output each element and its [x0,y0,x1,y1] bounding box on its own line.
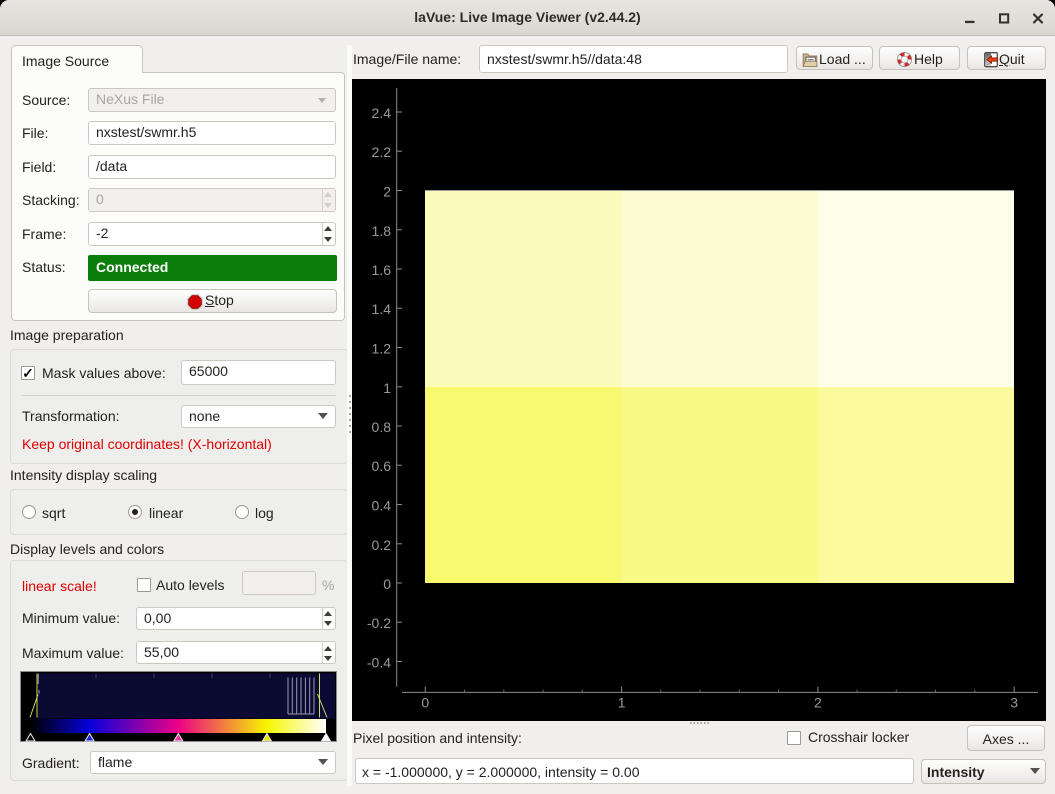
svg-text:1: 1 [618,695,626,711]
svg-text:2: 2 [814,695,822,711]
svg-text:-0.2: -0.2 [367,615,391,631]
svg-text:1: 1 [383,380,391,396]
svg-text:0: 0 [421,695,429,711]
svg-text:2.2: 2.2 [372,144,392,160]
svg-text:1.2: 1.2 [372,341,392,357]
svg-text:2.4: 2.4 [372,105,392,121]
svg-text:0.8: 0.8 [372,419,392,435]
svg-text:-0.4: -0.4 [367,655,391,671]
svg-text:2: 2 [383,184,391,200]
svg-text:0.2: 0.2 [372,537,392,553]
svg-text:3: 3 [1010,695,1018,711]
svg-text:0: 0 [383,576,391,592]
svg-text:1.6: 1.6 [372,262,392,278]
svg-text:0.6: 0.6 [372,458,392,474]
svg-text:0.4: 0.4 [372,498,392,514]
svg-text:1.8: 1.8 [372,223,392,239]
svg-text:1.4: 1.4 [372,301,392,317]
